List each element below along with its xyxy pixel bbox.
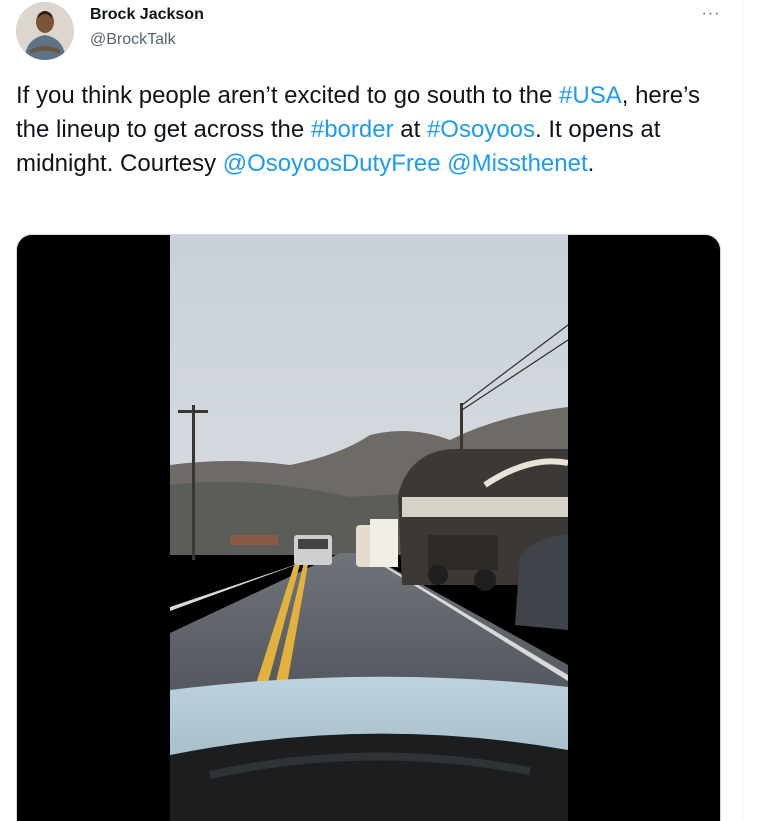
avatar-image: [16, 2, 74, 60]
hashtag-link-usa[interactable]: #USA: [559, 82, 622, 109]
avatar[interactable]: [16, 2, 74, 60]
column-divider: [742, 0, 743, 821]
hashtag-link-osoyoos[interactable]: #Osoyoos: [427, 116, 535, 143]
tweet-text-segment: If you think people aren’t excited to go…: [16, 82, 560, 109]
tweet-text-segment: .: [587, 150, 595, 177]
author-name[interactable]: Brock Jackson: [90, 6, 204, 24]
tweet-media[interactable]: [16, 234, 721, 821]
video-frame-image: [170, 235, 568, 821]
mention-link-osoyoosdutyfree[interactable]: @OsoyoosDutyFree: [223, 150, 441, 177]
more-horizontal-icon: ···: [701, 5, 721, 22]
more-options-button[interactable]: ···: [694, 2, 728, 26]
tweet-text-segment: at: [393, 116, 427, 143]
tweet-text: If you think people aren’t excited to go…: [16, 79, 736, 181]
author-handle[interactable]: @BrockTalk: [90, 31, 176, 49]
hashtag-link-border[interactable]: #border: [311, 116, 394, 143]
mention-link-missthenet[interactable]: @Missthenet: [447, 150, 587, 177]
